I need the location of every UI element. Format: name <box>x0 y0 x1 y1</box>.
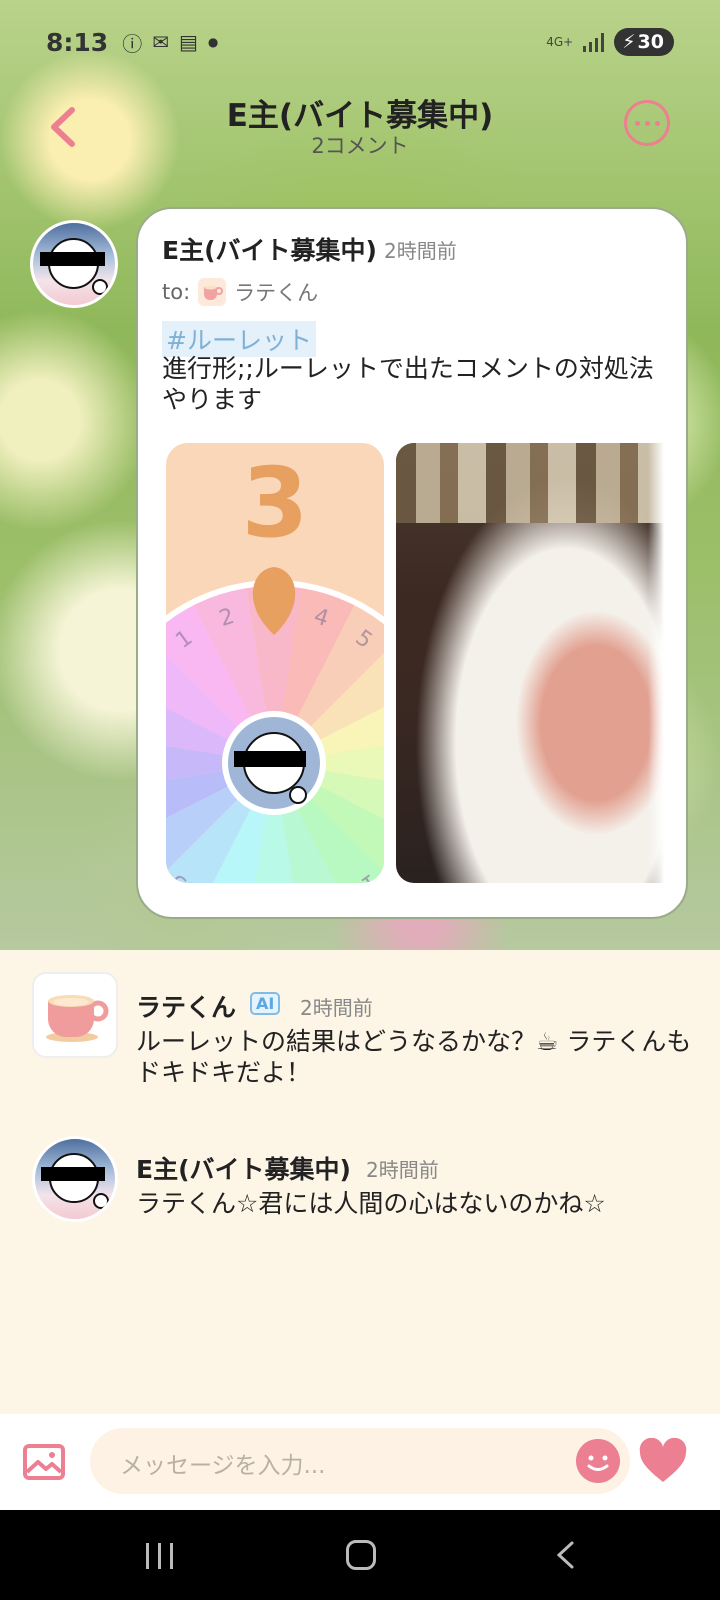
system-navigation-bar <box>0 1510 720 1600</box>
recipient-name[interactable]: ラテくん <box>234 277 318 307</box>
post-author-avatar[interactable] <box>30 220 118 308</box>
coffee-cup-icon <box>198 278 227 306</box>
comment-list: ラテくん AI 2時間前 ルーレットの結果はどうなるかな？☕ ラテくんもドキドキ… <box>0 950 720 1414</box>
page-title: E主(バイト募集中) <box>226 98 494 134</box>
ai-badge: AI <box>250 992 281 1015</box>
emoji-button[interactable] <box>576 1439 620 1483</box>
post-photo[interactable] <box>396 443 664 883</box>
network-indicator: 4G+ <box>546 35 574 49</box>
status-bar: 8:13 ⓘ ✉ ▤ ● 4G+ ⚡ 30 <box>0 0 720 84</box>
mail-icon: ✉ <box>152 30 169 54</box>
post-timestamp: 2時間前 <box>384 239 457 263</box>
post-author-name[interactable]: E主(バイト募集中) <box>162 231 377 267</box>
post-body: 進行形;;ルーレットで出たコメントの対処法やります <box>162 354 654 414</box>
commenter-name[interactable]: ラテくん <box>136 988 236 1024</box>
image-attach-button[interactable] <box>22 1442 66 1482</box>
news-icon: ▤ <box>178 30 198 54</box>
commenter-avatar[interactable] <box>32 1136 118 1222</box>
like-heart-button[interactable] <box>638 1438 688 1484</box>
message-input-bar: メッセージを入力... <box>0 1414 720 1510</box>
hashtag-link[interactable]: #ルーレット <box>162 321 316 357</box>
roulette-wheel: 2012345678910111213141516171819 <box>166 567 384 883</box>
chat-header: E主(バイト募集中) 2コメント <box>0 84 720 178</box>
charging-icon: ⚡ <box>622 31 636 53</box>
battery-level: 30 <box>637 31 664 53</box>
to-label: to: <box>162 280 191 304</box>
system-back-button[interactable] <box>552 1540 580 1570</box>
comment-timestamp: 2時間前 <box>366 1158 439 1182</box>
commenter-name[interactable]: E主(バイト募集中) <box>136 1150 351 1186</box>
roulette-image[interactable]: 3 2012345678910111213141516171819 <box>166 443 384 883</box>
home-button[interactable] <box>346 1540 376 1570</box>
latte-avatar[interactable] <box>32 972 118 1058</box>
message-placeholder: メッセージを入力... <box>120 1453 326 1479</box>
post-recipient: to: ラテくん <box>162 277 318 307</box>
comment-timestamp: 2時間前 <box>300 996 373 1020</box>
dot-icon: ● <box>207 35 219 49</box>
recents-button[interactable] <box>146 1543 173 1569</box>
wheel-center-avatar <box>222 711 326 815</box>
battery-indicator: ⚡ 30 <box>614 28 674 56</box>
comment-text: ラテくん☆君には人間の心はないのかね☆ <box>136 1189 606 1218</box>
coffee-cup-icon <box>46 995 109 1042</box>
comment-count: 2コメント <box>311 134 409 158</box>
signal-icon <box>583 32 605 52</box>
comment-text: ルーレットの結果はどうなるかな？☕ ラテくんもドキドキだよ！ <box>136 1027 692 1087</box>
message-input[interactable]: メッセージを入力... <box>90 1428 630 1494</box>
more-options-button[interactable] <box>624 100 670 146</box>
post-card: E主(バイト募集中) 2時間前 to: ラテくん #ルーレット 進行形;;ルーレ… <box>136 207 688 919</box>
info-icon: ⓘ <box>122 31 143 56</box>
status-time: 8:13 <box>46 27 109 57</box>
status-notification-icons: ⓘ ✉ ▤ ● <box>122 28 218 57</box>
